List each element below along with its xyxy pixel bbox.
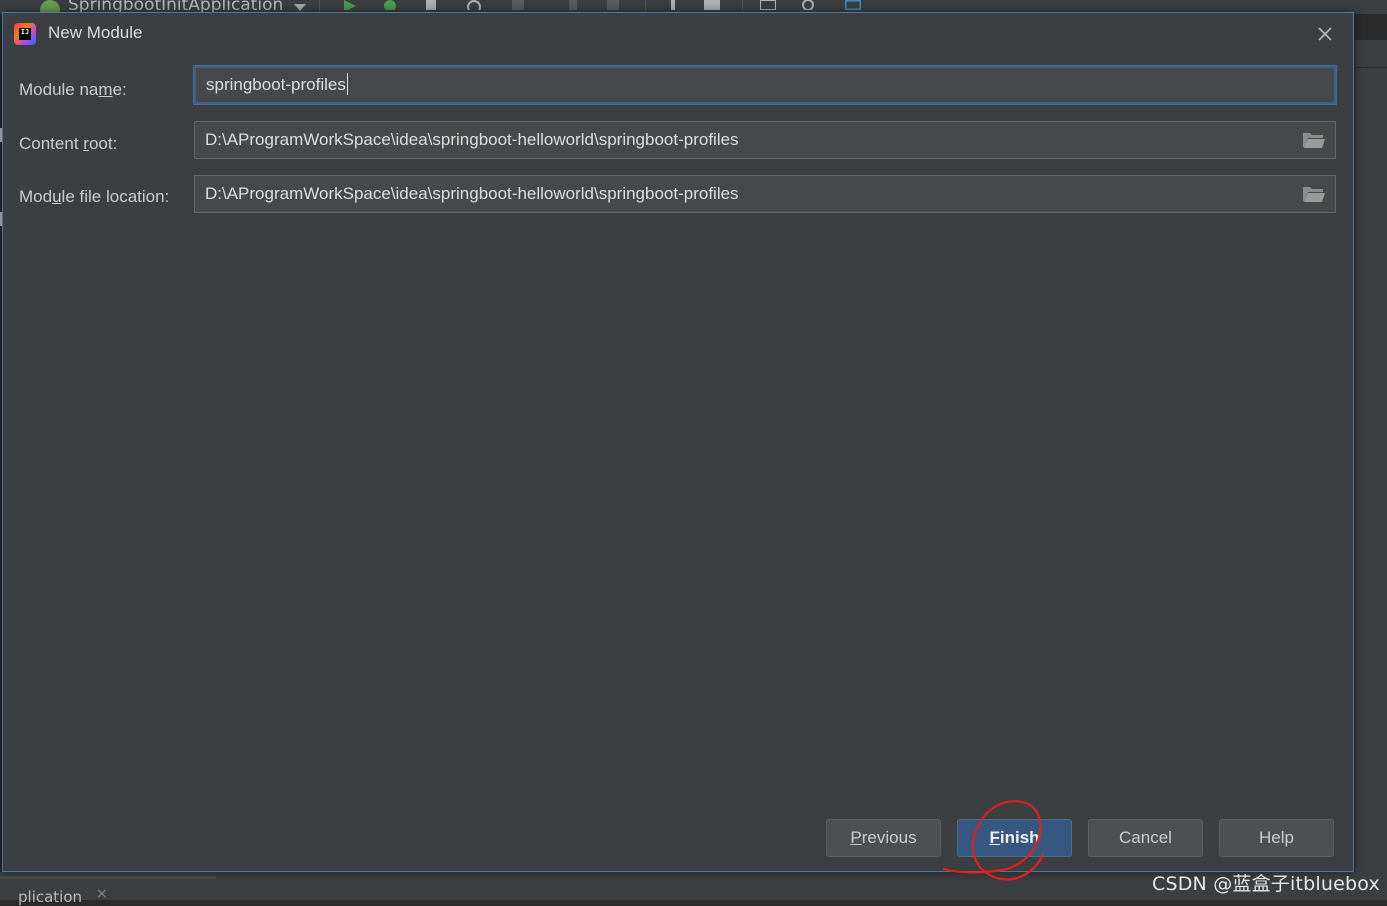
divider [1355, 67, 1387, 68]
label-text: e: [112, 80, 127, 99]
run-icon[interactable] [342, 0, 358, 10]
module-name-label: Module name: [19, 80, 127, 100]
content-root-input[interactable]: D:\AProgramWorkSpace\idea\springboot-hel… [194, 121, 1336, 159]
search-icon[interactable] [800, 0, 816, 10]
label-mnemonic: m [98, 80, 113, 99]
finish-button[interactable]: Finish [957, 819, 1072, 857]
label-mnemonic: u [52, 187, 62, 206]
stop-icon[interactable] [510, 0, 526, 10]
build-icon[interactable] [605, 0, 621, 10]
button-mnemonic: P [850, 828, 862, 847]
module-file-location-input[interactable]: D:\AProgramWorkSpace\idea\springboot-hel… [194, 175, 1336, 213]
label-text: oot: [88, 134, 118, 153]
button-mnemonic: F [989, 828, 1000, 847]
ide-right-tool-strip [1354, 40, 1387, 880]
new-module-dialog: IJ New Module Module name: springboot-pr… [2, 12, 1354, 881]
content-root-label: Content root: [19, 134, 117, 154]
dialog-title: New Module [48, 23, 143, 42]
wrench-icon[interactable] [665, 0, 681, 10]
csdn-watermark: CSDN @蓝盒子itbluebox [1152, 873, 1380, 895]
module-name-input[interactable]: springboot-profiles [194, 66, 1336, 104]
text-caret [346, 73, 348, 96]
module-file-location-value: D:\AProgramWorkSpace\idea\springboot-hel… [205, 184, 739, 203]
active-tab-indicator [0, 876, 216, 879]
label-text: Module na [19, 80, 99, 99]
toolbox-icon[interactable] [845, 0, 861, 10]
button-label: inish [999, 828, 1040, 847]
intellij-idea-icon: IJ [14, 23, 36, 45]
label-text: Mod [19, 187, 53, 206]
bottom-tab-label[interactable]: plication [18, 888, 82, 906]
dialog-titlebar[interactable]: IJ New Module [3, 13, 1353, 55]
folder-icon[interactable] [1302, 130, 1326, 150]
folder-icon[interactable] [1302, 184, 1326, 204]
content-root-value: D:\AProgramWorkSpace\idea\springboot-hel… [205, 130, 739, 149]
button-label: revious [861, 828, 917, 847]
label-text: le file location: [61, 187, 170, 206]
close-icon [1318, 27, 1332, 41]
attach-icon[interactable] [565, 0, 581, 10]
profiler-icon[interactable] [466, 0, 482, 10]
help-button[interactable]: Help [1219, 819, 1334, 857]
coverage-icon[interactable] [424, 0, 440, 10]
cancel-button[interactable]: Cancel [1088, 819, 1203, 857]
project-structure-icon[interactable] [704, 0, 720, 10]
label-text: Content [19, 134, 84, 153]
module-name-value: springboot-profiles [206, 75, 346, 94]
close-button[interactable] [1312, 21, 1338, 47]
module-file-location-label: Module file location: [19, 187, 169, 207]
chevron-down-icon [294, 4, 306, 11]
run-anything-icon[interactable] [760, 0, 776, 10]
previous-button[interactable]: Previous [826, 819, 941, 857]
debug-icon[interactable] [382, 0, 398, 10]
